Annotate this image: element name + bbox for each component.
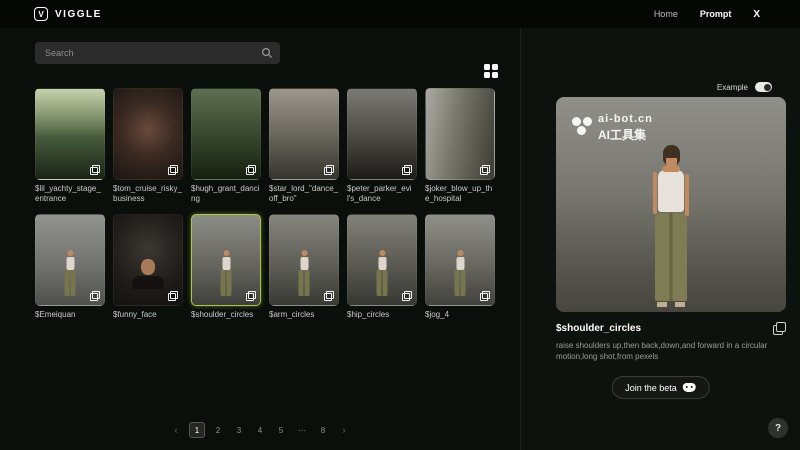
example-control: Example <box>717 82 772 92</box>
detail-description: raise shoulders up,then back,down,and fo… <box>556 340 788 362</box>
video-title: $star_lord_"dance_off_bro" <box>269 184 339 204</box>
nav-prompt[interactable]: Prompt <box>700 9 732 19</box>
detail-title: $shoulder_circles <box>556 323 641 334</box>
watermark-line2: AI工具集 <box>598 126 653 143</box>
video-thumbnail[interactable] <box>269 88 339 180</box>
video-thumbnail[interactable] <box>113 88 183 180</box>
page-button-5[interactable]: 5 <box>273 422 289 438</box>
video-thumbnail[interactable] <box>269 214 339 306</box>
person-figure <box>65 250 76 296</box>
person-figure <box>299 250 310 296</box>
watermark: ai-bot.cn AI工具集 <box>572 113 653 143</box>
copy-icon[interactable] <box>402 165 412 175</box>
video-title: $shoulder_circles <box>191 310 261 330</box>
page-button-3[interactable]: 3 <box>231 422 247 438</box>
grid-view-icon[interactable] <box>484 64 490 70</box>
prev-page-button[interactable]: ‹ <box>168 422 184 438</box>
video-thumbnail[interactable] <box>35 214 105 306</box>
video-thumbnail[interactable] <box>35 88 105 180</box>
copy-icon[interactable] <box>168 165 178 175</box>
portrait-figure <box>132 259 164 289</box>
copy-icon[interactable] <box>90 291 100 301</box>
video-title: $lil_yachty_stage_entrance <box>35 184 105 204</box>
copy-icon[interactable] <box>324 291 334 301</box>
main-nav: Home Prompt X <box>654 9 760 20</box>
copy-prompt-icon[interactable] <box>773 322 786 335</box>
preview-person-figure <box>636 145 706 307</box>
video-title: $peter_parker_evil's_dance <box>347 184 417 204</box>
gallery-cell: $arm_circles <box>269 214 339 330</box>
copy-icon[interactable] <box>402 291 412 301</box>
watermark-line1: ai-bot.cn <box>598 113 653 125</box>
person-figure <box>221 250 232 296</box>
video-title: $Emeiquan <box>35 310 105 330</box>
next-page-button[interactable]: › <box>336 422 352 438</box>
example-toggle[interactable] <box>755 82 772 92</box>
gallery-cell: $hip_circles <box>347 214 417 330</box>
page-button-8[interactable]: 8 <box>315 422 331 438</box>
gallery-cell: $joker_blow_up_the_hospital <box>425 88 495 204</box>
gallery-cell: $hugh_grant_dancing <box>191 88 261 204</box>
video-thumbnail[interactable] <box>347 88 417 180</box>
join-beta-button[interactable]: Join the beta <box>611 376 710 399</box>
page-button-2[interactable]: 2 <box>210 422 226 438</box>
pagination: ‹ 1 2 3 4 5 ··· 8 › <box>0 422 520 438</box>
nav-home[interactable]: Home <box>654 9 678 19</box>
viggle-logo[interactable]: V VIGGLE <box>34 7 102 21</box>
video-thumbnail[interactable] <box>425 88 495 180</box>
page-button-4[interactable]: 4 <box>252 422 268 438</box>
join-beta-label: Join the beta <box>625 383 677 393</box>
ai-bot-logo-icon <box>572 117 581 126</box>
gallery-cell: $lil_yachty_stage_entrance <box>35 88 105 204</box>
video-thumbnail[interactable] <box>191 88 261 180</box>
person-figure <box>455 250 466 296</box>
copy-icon[interactable] <box>90 165 100 175</box>
video-thumbnail-selected[interactable] <box>191 214 261 306</box>
page-ellipsis: ··· <box>294 422 310 438</box>
viggle-app: V VIGGLE Home Prompt X $lil_yachty_stage… <box>0 0 800 450</box>
copy-icon[interactable] <box>246 165 256 175</box>
copy-icon[interactable] <box>480 291 490 301</box>
video-title: $jog_4 <box>425 310 495 330</box>
gallery-cell: $star_lord_"dance_off_bro" <box>269 88 339 204</box>
discord-icon <box>683 383 696 392</box>
copy-icon[interactable] <box>168 291 178 301</box>
copy-icon[interactable] <box>480 165 490 175</box>
video-title: $tom_cruise_risky_business <box>113 184 183 204</box>
gallery-cell: $Emeiquan <box>35 214 105 330</box>
gallery-cell: $tom_cruise_risky_business <box>113 88 183 204</box>
template-grid: $lil_yachty_stage_entrance $tom_cruise_r… <box>35 88 505 330</box>
copy-icon[interactable] <box>324 165 334 175</box>
help-button[interactable]: ? <box>768 418 788 438</box>
gallery-cell: $shoulder_circles <box>191 214 261 330</box>
video-thumbnail[interactable] <box>347 214 417 306</box>
brand-name: VIGGLE <box>55 9 102 20</box>
viggle-logo-icon: V <box>34 7 48 21</box>
video-title: $arm_circles <box>269 310 339 330</box>
x-link[interactable]: X <box>753 9 760 20</box>
gallery-panel: $lil_yachty_stage_entrance $tom_cruise_r… <box>0 28 520 450</box>
video-title: $hugh_grant_dancing <box>191 184 261 204</box>
gallery-cell: $funny_face <box>113 214 183 330</box>
search-icon <box>261 47 273 59</box>
gallery-cell: $peter_parker_evil's_dance <box>347 88 417 204</box>
page-button-1[interactable]: 1 <box>189 422 205 438</box>
search-bar <box>35 42 280 64</box>
gallery-cell: $jog_4 <box>425 214 495 330</box>
video-thumbnail[interactable] <box>113 214 183 306</box>
detail-panel: Example ai-bot.cn AI工具集 $shoulder_circle… <box>520 28 800 450</box>
video-thumbnail[interactable] <box>425 214 495 306</box>
video-title: $funny_face <box>113 310 183 330</box>
video-title: $hip_circles <box>347 310 417 330</box>
copy-icon[interactable] <box>246 291 256 301</box>
example-label: Example <box>717 83 748 92</box>
search-input[interactable] <box>35 42 280 64</box>
detail-title-row: $shoulder_circles <box>556 322 786 335</box>
video-title: $joker_blow_up_the_hospital <box>425 184 495 204</box>
example-preview: ai-bot.cn AI工具集 <box>556 97 786 312</box>
top-bar: V VIGGLE Home Prompt X <box>0 0 800 28</box>
person-figure <box>377 250 388 296</box>
